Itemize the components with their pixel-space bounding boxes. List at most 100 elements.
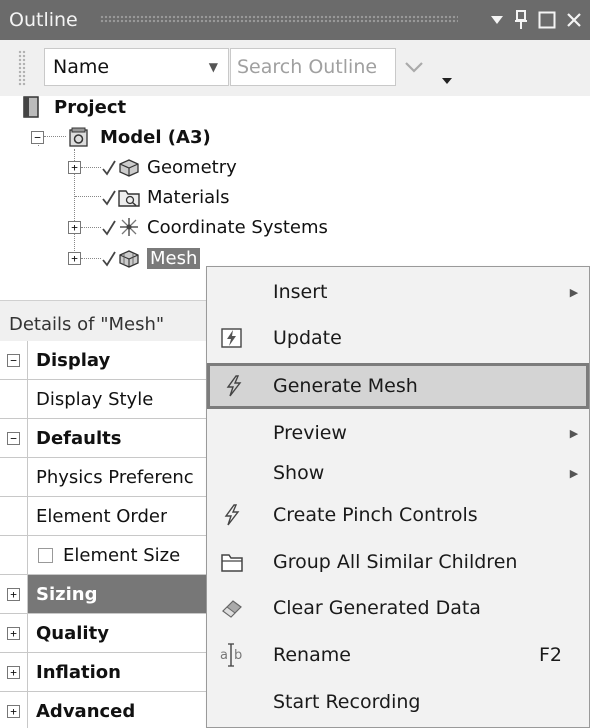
menu-item-insert[interactable]: Insert ▶ bbox=[207, 269, 589, 315]
check-icon bbox=[102, 220, 116, 236]
search-options-button[interactable] bbox=[400, 48, 428, 86]
title-bar-grip[interactable] bbox=[100, 15, 458, 23]
expand-toggle[interactable]: + bbox=[68, 160, 81, 174]
collapse-toggle[interactable]: − bbox=[31, 130, 44, 144]
filter-select[interactable]: Name ▼ bbox=[44, 48, 229, 86]
parameter-checkbox[interactable] bbox=[38, 547, 53, 563]
menu-item-clear-generated-data[interactable]: Clear Generated Data bbox=[207, 585, 589, 631]
expand-toggle[interactable]: + bbox=[7, 626, 20, 640]
tree-label: Materials bbox=[147, 186, 230, 208]
expand-toggle[interactable]: + bbox=[7, 587, 20, 601]
search-toolbar: Name ▼ bbox=[0, 40, 590, 96]
menu-item-rename[interactable]: ab Rename F2 bbox=[207, 632, 589, 678]
menu-label: Update bbox=[273, 327, 342, 349]
tree-item-coordinate-systems[interactable]: + Coordinate Systems bbox=[68, 213, 328, 241]
overflow-icon bbox=[442, 78, 452, 84]
tree-label: Coordinate Systems bbox=[147, 216, 328, 238]
menu-item-generate-mesh[interactable]: Generate Mesh bbox=[207, 363, 589, 409]
shortcut-label: F2 bbox=[539, 644, 563, 666]
chevron-down-icon bbox=[405, 62, 423, 73]
details-category-inflation[interactable]: + Inflation bbox=[0, 653, 206, 692]
details-label: Inflation bbox=[36, 661, 121, 683]
coordinate-system-icon bbox=[120, 218, 138, 236]
window-buttons bbox=[490, 4, 582, 36]
menu-label: Start Recording bbox=[273, 691, 421, 713]
tree-label: Geometry bbox=[147, 156, 237, 178]
details-category-display[interactable]: − Display bbox=[0, 341, 206, 380]
check-icon bbox=[102, 251, 116, 267]
chevron-down-icon: ▼ bbox=[208, 60, 218, 74]
tree-item-geometry[interactable]: + Geometry bbox=[68, 153, 237, 181]
context-menu: Insert ▶ Update Generate Mesh Preview ▶ … bbox=[206, 266, 590, 728]
svg-text:b: b bbox=[234, 648, 242, 663]
details-label: Quality bbox=[36, 622, 109, 644]
eraser-icon bbox=[222, 600, 242, 618]
dropdown-icon[interactable] bbox=[490, 15, 504, 25]
materials-icon bbox=[118, 190, 140, 207]
menu-label: Generate Mesh bbox=[273, 375, 418, 397]
details-label: Display bbox=[36, 349, 111, 371]
svg-text:a: a bbox=[220, 648, 228, 663]
tree-item-model[interactable]: − Model (A3) bbox=[31, 123, 211, 151]
details-row-element-order[interactable]: Element Order bbox=[0, 497, 206, 536]
menu-label: Create Pinch Controls bbox=[273, 504, 478, 526]
tree-label: Mesh bbox=[147, 247, 201, 269]
details-category-quality[interactable]: + Quality bbox=[0, 614, 206, 653]
submenu-arrow-icon: ▶ bbox=[569, 466, 579, 480]
collapse-toggle[interactable]: − bbox=[7, 431, 20, 445]
check-icon bbox=[102, 160, 116, 176]
tree-label: Project bbox=[54, 96, 127, 118]
menu-label: Group All Similar Children bbox=[273, 551, 518, 573]
outline-title-bar: Outline bbox=[0, 0, 590, 40]
details-category-defaults[interactable]: − Defaults bbox=[0, 419, 206, 458]
maximize-icon[interactable] bbox=[538, 11, 556, 29]
toolbar-grip[interactable] bbox=[18, 50, 26, 86]
close-icon[interactable] bbox=[566, 12, 582, 28]
collapse-toggle[interactable]: − bbox=[7, 353, 20, 367]
details-label: Sizing bbox=[36, 583, 98, 605]
geometry-icon bbox=[119, 159, 139, 177]
tree-item-mesh[interactable]: + Mesh bbox=[68, 244, 201, 272]
menu-label: Show bbox=[273, 462, 325, 484]
tree-line bbox=[75, 196, 101, 197]
expand-toggle[interactable]: + bbox=[7, 704, 20, 718]
expand-toggle[interactable]: + bbox=[68, 251, 81, 265]
details-row-element-size[interactable]: Element Size bbox=[0, 536, 206, 575]
expand-toggle[interactable]: + bbox=[7, 665, 20, 679]
details-label: Defaults bbox=[36, 427, 122, 449]
filter-value: Name bbox=[53, 56, 110, 78]
check-icon bbox=[102, 190, 116, 206]
toolbar-overflow-button[interactable] bbox=[440, 62, 454, 84]
update-icon bbox=[221, 328, 242, 348]
menu-item-create-pinch-controls[interactable]: Create Pinch Controls bbox=[207, 492, 589, 538]
generate-mesh-icon bbox=[226, 375, 241, 397]
menu-item-update[interactable]: Update bbox=[207, 315, 589, 361]
details-row-physics-preference[interactable]: Physics Preferenc bbox=[0, 458, 206, 497]
details-label: Advanced bbox=[36, 700, 136, 722]
expand-toggle[interactable]: + bbox=[68, 220, 81, 234]
menu-label: Preview bbox=[273, 422, 347, 444]
details-category-sizing[interactable]: + Sizing bbox=[0, 575, 206, 614]
details-row-display-style[interactable]: Display Style bbox=[0, 380, 206, 419]
tree-item-materials[interactable]: Materials bbox=[101, 183, 230, 211]
folder-icon bbox=[221, 554, 243, 572]
search-input[interactable] bbox=[230, 48, 396, 86]
model-icon bbox=[69, 127, 88, 147]
pin-icon[interactable] bbox=[514, 10, 528, 30]
details-category-advanced[interactable]: + Advanced bbox=[0, 692, 206, 728]
menu-item-group-all-similar-children[interactable]: Group All Similar Children bbox=[207, 539, 589, 585]
outline-title: Outline bbox=[9, 9, 78, 31]
details-label: Physics Preferenc bbox=[36, 466, 194, 488]
menu-item-start-recording[interactable]: Start Recording bbox=[207, 679, 589, 725]
details-label: Display Style bbox=[36, 388, 154, 410]
submenu-arrow-icon: ▶ bbox=[569, 426, 579, 440]
details-label: Element Order bbox=[36, 505, 168, 527]
mesh-icon bbox=[119, 250, 139, 268]
tree-item-project[interactable]: Project bbox=[22, 93, 126, 121]
pinch-controls-icon bbox=[224, 504, 240, 526]
menu-label: Insert bbox=[273, 281, 328, 303]
menu-item-show[interactable]: Show ▶ bbox=[207, 450, 589, 496]
menu-label: Clear Generated Data bbox=[273, 597, 481, 619]
project-icon bbox=[23, 96, 39, 118]
tree-label: Model (A3) bbox=[100, 126, 211, 148]
